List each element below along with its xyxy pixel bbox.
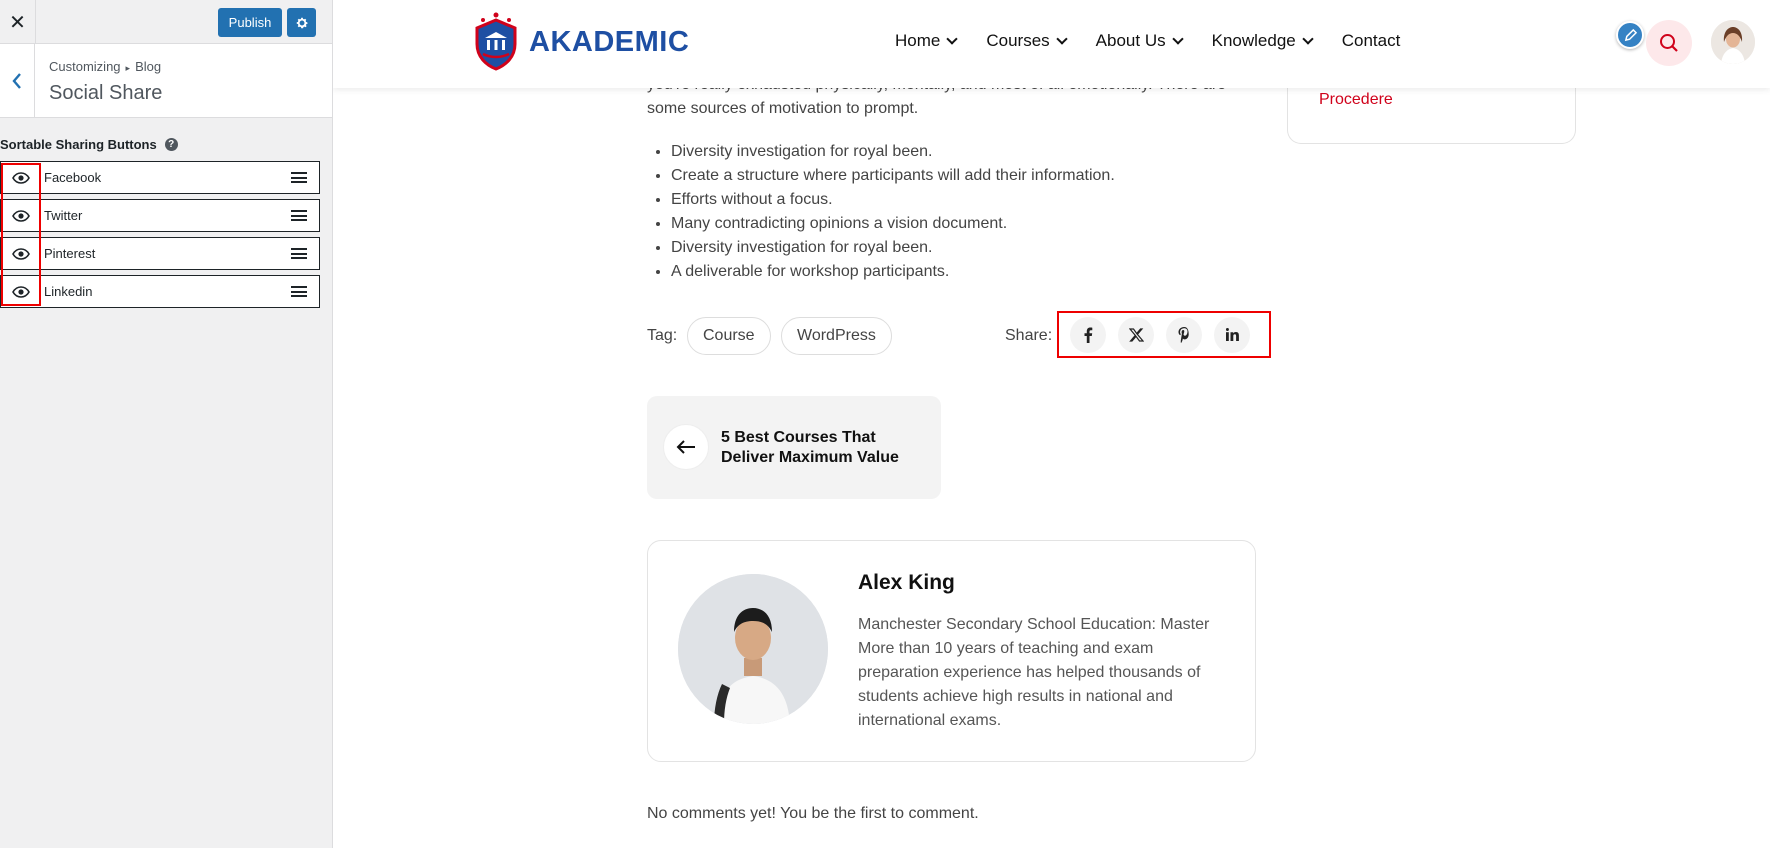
main-nav: Home Courses About Us Knowledge Contact — [895, 31, 1400, 51]
drag-handle-icon[interactable] — [291, 170, 307, 185]
list-item: A deliverable for workshop participants. — [671, 260, 1115, 284]
sortable-label: Sortable Sharing Buttons ? — [0, 137, 178, 152]
eye-icon — [12, 285, 30, 298]
logo-shield-icon — [475, 12, 517, 71]
logo-text: AKADEMIC — [529, 25, 690, 58]
sortable-item-twitter[interactable]: Twitter — [0, 199, 320, 232]
nav-item-home[interactable]: Home — [895, 31, 959, 51]
list-item: Many contradicting opinions a vision doc… — [671, 212, 1115, 236]
nav-label: Contact — [1341, 31, 1401, 50]
arrow-left-icon — [663, 424, 709, 470]
eye-icon — [12, 209, 30, 222]
chevron-down-icon — [1302, 32, 1314, 45]
help-icon[interactable]: ? — [164, 138, 178, 151]
drag-handle-icon[interactable] — [291, 208, 307, 223]
edit-shortcut-button[interactable] — [1616, 21, 1644, 49]
author-bio: Manchester Secondary School Education: M… — [858, 616, 1210, 729]
share-label: Share: — [1005, 327, 1053, 344]
previous-post-title: 5 Best Courses That Deliver Maximum Valu… — [721, 429, 899, 466]
gear-icon — [296, 17, 308, 28]
pinterest-icon[interactable] — [1166, 316, 1202, 353]
customizer-panel: ✕ Publish Customizing ▸ Blog Social Share … — [0, 0, 333, 848]
user-avatar[interactable] — [1711, 20, 1755, 64]
sortable-item-label: Facebook — [44, 170, 102, 185]
section-header: Customizing ▸ Blog Social Share — [0, 44, 332, 118]
list-item: Create a structure where participants wi… — [671, 164, 1115, 188]
x-twitter-icon[interactable] — [1118, 316, 1154, 353]
nav-label: Knowledge — [1211, 31, 1296, 50]
sidebar-link[interactable]: Procedere — [1319, 91, 1393, 109]
section-title: Social Share — [49, 82, 163, 104]
breadcrumb: Customizing ▸ Blog — [49, 59, 161, 74]
list-item: Diversity investigation for royal been. — [671, 140, 1115, 164]
sortable-item-linkedin[interactable]: Linkedin — [0, 275, 320, 308]
drag-handle-icon[interactable] — [291, 246, 307, 261]
publish-button[interactable]: Publish — [218, 8, 282, 37]
breadcrumb-item: Blog — [135, 59, 162, 74]
chevron-left-icon — [12, 73, 21, 89]
author-name[interactable]: Alex King — [858, 571, 955, 595]
nav-label: About Us — [1095, 31, 1166, 50]
eye-icon — [12, 171, 30, 184]
search-button[interactable] — [1646, 20, 1692, 66]
sortable-item-label: Pinterest — [44, 246, 96, 261]
visibility-toggle[interactable] — [1, 238, 41, 269]
search-icon — [1660, 34, 1678, 52]
nav-item-about-us[interactable]: About Us — [1095, 31, 1184, 51]
visibility-toggle[interactable] — [1, 276, 41, 307]
visibility-toggle[interactable] — [1, 162, 41, 193]
author-box: Alex King Manchester Secondary School Ed… — [647, 540, 1256, 762]
nav-label: Courses — [986, 31, 1050, 50]
share-buttons-group — [1057, 311, 1271, 358]
customizer-topbar: ✕ Publish — [0, 0, 332, 44]
list-item: Diversity investigation for royal been. — [671, 236, 1115, 260]
tag-pill[interactable]: WordPress — [781, 317, 892, 355]
tag-pill[interactable]: Course — [687, 317, 771, 355]
comments-note: No comments yet! You be the first to com… — [647, 805, 979, 822]
pencil-icon — [1624, 28, 1637, 41]
facebook-icon[interactable] — [1070, 316, 1106, 353]
sortable-item-facebook[interactable]: Facebook — [0, 161, 320, 194]
tag-label: Tag: — [647, 327, 678, 344]
site-logo[interactable]: AKADEMIC — [469, 12, 689, 72]
sortable-item-label: Linkedin — [44, 284, 93, 299]
list-item: Efforts without a focus. — [671, 188, 1115, 212]
previous-post-card[interactable]: 5 Best Courses That Deliver Maximum Valu… — [647, 396, 941, 499]
publish-settings-button[interactable] — [287, 8, 316, 37]
breadcrumb-separator: ▸ — [125, 63, 131, 73]
close-icon: ✕ — [9, 10, 26, 34]
nav-item-contact[interactable]: Contact — [1342, 31, 1401, 51]
eye-icon — [12, 247, 30, 260]
article-bullet-list: Diversity investigation for royal been. … — [671, 140, 1115, 284]
chevron-down-icon — [1056, 32, 1068, 45]
nav-item-knowledge[interactable]: Knowledge — [1211, 31, 1314, 51]
nav-label: Home — [895, 31, 941, 50]
site-preview: you're really exhausted physically, ment… — [333, 0, 1770, 848]
linkedin-icon[interactable] — [1214, 316, 1250, 353]
back-button[interactable] — [0, 44, 35, 118]
chevron-down-icon — [1171, 32, 1184, 45]
breadcrumb-item: Customizing — [49, 59, 121, 74]
drag-handle-icon[interactable] — [291, 284, 307, 299]
chevron-down-icon — [946, 32, 959, 45]
close-customizer-button[interactable]: ✕ — [0, 0, 36, 44]
author-avatar — [678, 574, 828, 724]
site-header: AKADEMIC Home Courses About Us Knowledge… — [333, 0, 1770, 88]
nav-item-courses[interactable]: Courses — [986, 31, 1068, 51]
sortable-list: Facebook Twitter Pinterest Linkedin — [0, 161, 320, 313]
sortable-label-text: Sortable Sharing Buttons — [0, 137, 157, 152]
sortable-item-label: Twitter — [44, 208, 83, 223]
visibility-toggle[interactable] — [1, 200, 41, 231]
sortable-item-pinterest[interactable]: Pinterest — [0, 237, 320, 270]
